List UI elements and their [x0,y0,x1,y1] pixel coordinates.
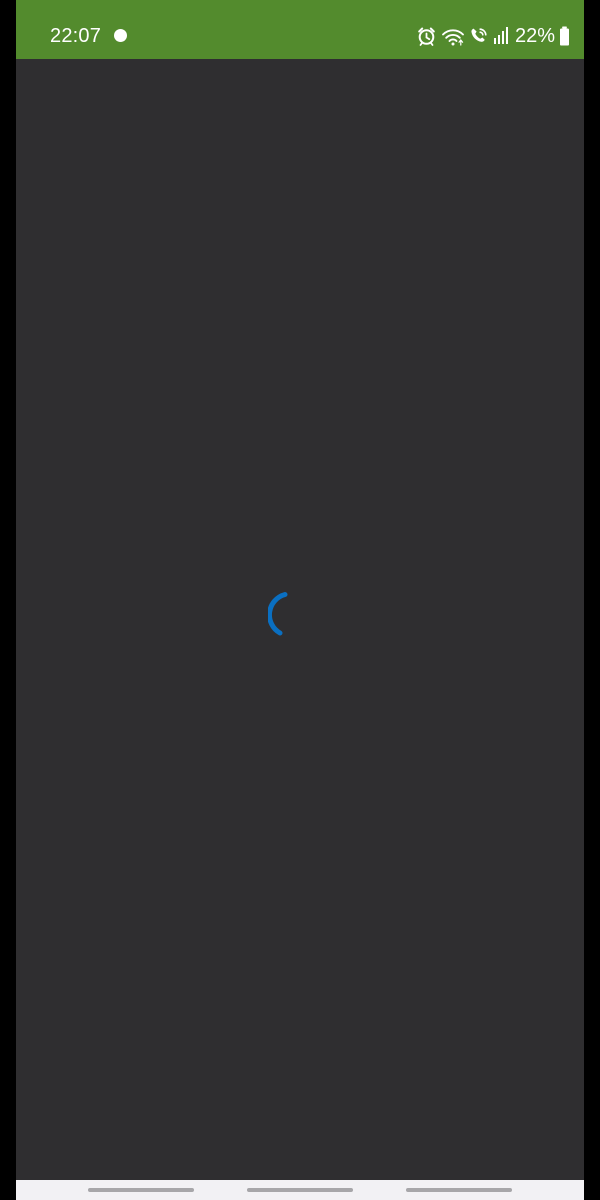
battery-icon [559,26,570,47]
status-time: 22:07 [50,25,102,47]
loading-spinner-icon [268,592,288,636]
navigation-bar [16,1180,584,1200]
app-screen: 22:07 22% [16,0,584,1200]
signal-icon [493,26,509,46]
status-bar: 22:07 22% [16,0,584,59]
battery-percentage: 22% [514,25,555,47]
alarm-icon [416,26,437,47]
notification-dot-icon [114,29,127,42]
center-navigation-handle[interactable] [247,1188,353,1192]
wifi-icon [441,26,465,47]
left-navigation-handle[interactable] [88,1188,194,1192]
loading-content [16,59,584,1180]
right-navigation-handle[interactable] [406,1188,512,1192]
status-icons: 22% [416,24,570,48]
wifi-calling-icon [469,26,489,47]
